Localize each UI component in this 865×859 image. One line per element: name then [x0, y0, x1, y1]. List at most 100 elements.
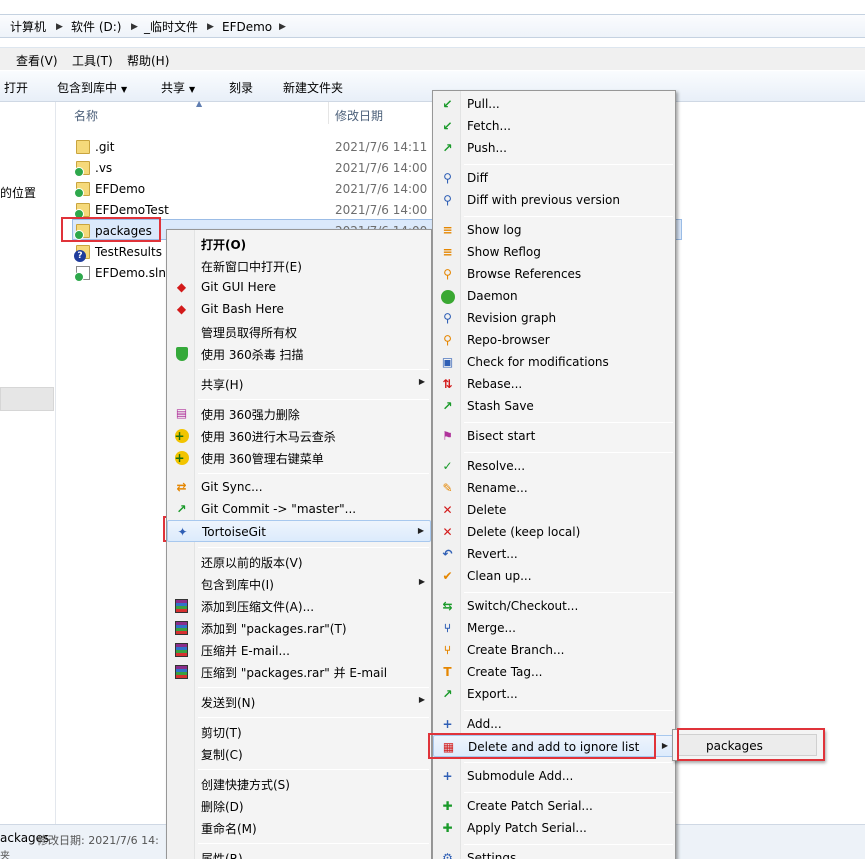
context-menu-item[interactable]: + 使用 360进行木马云查杀	[167, 424, 431, 446]
tortoisegit-menu-item[interactable]: ⚲ Diff with previous version	[433, 189, 675, 211]
context-menu-item[interactable]: ⇄ Git Sync...	[167, 476, 431, 498]
file-name: TestResults	[95, 245, 162, 259]
menu-separator	[464, 710, 673, 711]
context-menu-item[interactable]: + 使用 360管理右键菜单	[167, 446, 431, 468]
menu-view[interactable]: 查看(V)	[16, 52, 58, 69]
context-menu-item[interactable]: 包含到库中(I) ▶	[167, 572, 431, 594]
context-menu-item[interactable]: 压缩到 "packages.rar" 并 E-mail	[167, 660, 431, 682]
context-menu-item[interactable]: ↗ Git Commit -> "master"...	[167, 498, 431, 520]
breadcrumb-temp[interactable]: _临时文件	[144, 18, 198, 36]
tortoisegit-menu-item[interactable]: ✕ Delete	[433, 499, 675, 521]
context-menu-item[interactable]: 还原以前的版本(V)	[167, 550, 431, 572]
tortoisegit-menu-item[interactable]: ⑂ Create Branch...	[433, 639, 675, 661]
breadcrumb-arrow-icon[interactable]: ▶	[207, 18, 214, 36]
tortoisegit-menu-item[interactable]: ✔ Clean up...	[433, 565, 675, 587]
context-menu-item-label: 使用 360强力删除	[201, 408, 300, 422]
address-bar[interactable]	[0, 14, 865, 38]
rar-books-shape	[175, 642, 188, 657]
column-header-name[interactable]: 名称	[74, 107, 98, 124]
sort-ascending-icon: ▲	[196, 99, 203, 108]
tortoisegit-menu-item[interactable]: ≡ Show Reflog	[433, 241, 675, 263]
context-menu-item-label: TortoiseGit	[202, 525, 266, 539]
column-divider[interactable]	[328, 102, 329, 124]
tortoisegit-menu-item[interactable]: T Create Tag...	[433, 661, 675, 683]
tortoisegit-menu-item[interactable]: ⚙ Settings	[433, 847, 675, 859]
tortoisegit-menu-item[interactable]: ⇅ Rebase...	[433, 373, 675, 395]
tortoisegit-menu-item[interactable]: ⚲ Diff	[433, 167, 675, 189]
menu-tools[interactable]: 工具(T)	[72, 52, 113, 69]
context-menu-item[interactable]: 创建快捷方式(S)	[167, 772, 431, 794]
tortoisegit-menu-item[interactable]: ≡ Show log	[433, 219, 675, 241]
file-row[interactable]: EFDemo 2021/7/6 14:00	[72, 179, 432, 200]
include-library-button[interactable]: 包含到库中 ▼	[57, 79, 127, 96]
context-menu-item[interactable]: 删除(D)	[167, 794, 431, 816]
context-menu-item[interactable]: 复制(C)	[167, 742, 431, 764]
breadcrumb-arrow-icon[interactable]: ▶	[131, 18, 138, 36]
context-menu-item[interactable]: 共享(H) ▶	[167, 372, 431, 394]
context-menu-item[interactable]: ✦ TortoiseGit ▶	[167, 520, 431, 542]
breadcrumb-arrow-icon[interactable]: ▶	[279, 18, 286, 36]
tortoisegit-menu-item[interactable]: ⇆ Switch/Checkout...	[433, 595, 675, 617]
breadcrumb-arrow-icon[interactable]: ▶	[56, 18, 63, 36]
context-menu-item[interactable]: 管理员取得所有权	[167, 320, 431, 342]
context-menu-item[interactable]: 压缩并 E-mail...	[167, 638, 431, 660]
tortoisegit-menu-item[interactable]: ✎ Rename...	[433, 477, 675, 499]
context-menu-item[interactable]: 添加到压缩文件(A)...	[167, 594, 431, 616]
highlight-ignore-list	[428, 733, 656, 759]
tortoisegit-menu-item[interactable]: ⚑ Bisect start	[433, 425, 675, 447]
tortoisegit-menu-item[interactable]: + Add...	[433, 713, 675, 735]
tortoisegit-menu-item[interactable]: ⑂ Merge...	[433, 617, 675, 639]
menu-bar: 查看(V) 工具(T) 帮助(H)	[0, 48, 865, 70]
context-menu-item[interactable]: ▤ 使用 360强力删除	[167, 402, 431, 424]
menu-separator	[198, 369, 429, 370]
context-menu-item[interactable]: ◆ Git Bash Here	[167, 298, 431, 320]
file-name: EFDemoTest	[95, 203, 169, 217]
tortoisegit-menu-item[interactable]: ↗ Export...	[433, 683, 675, 705]
context-menu-item[interactable]: 重命名(M)	[167, 816, 431, 838]
tortoisegit-menu-item[interactable]: ⚲ Revision graph	[433, 307, 675, 329]
open-button[interactable]: 打开	[4, 79, 28, 96]
tortoisegit-menu-item[interactable]: ↗ Push...	[433, 137, 675, 159]
context-menu-item[interactable]: 剪切(T)	[167, 720, 431, 742]
tortoisegit-menu-item[interactable]: ↗ Stash Save	[433, 395, 675, 417]
breadcrumb-efdemo[interactable]: EFDemo	[222, 18, 272, 36]
tortoisegit-menu-item[interactable]: ✚ Create Patch Serial...	[433, 795, 675, 817]
tortoisegit-menu-item[interactable]: + Submodule Add...	[433, 765, 675, 787]
folder-icon	[74, 203, 90, 219]
share-button[interactable]: 共享 ▼	[161, 79, 195, 96]
breadcrumb-drive[interactable]: 软件 (D:)	[71, 18, 121, 36]
context-menu-item[interactable]: 属性(R)	[167, 846, 431, 859]
tortoisegit-menu-item[interactable]: ↙ Fetch...	[433, 115, 675, 137]
add-icon: +	[442, 717, 453, 731]
context-menu-item-label: 包含到库中(I)	[201, 578, 274, 592]
tortoisegit-menu-item[interactable]: ✕ Delete (keep local)	[433, 521, 675, 543]
context-menu-item[interactable]: 打开(O)	[167, 232, 431, 254]
tortoisegit-menu-item[interactable]: ▣ Check for modifications	[433, 351, 675, 373]
context-menu-item[interactable]: 在新窗口中打开(E)	[167, 254, 431, 276]
context-menu-item-label: 添加到 "packages.rar"(T)	[201, 622, 347, 636]
column-header-date[interactable]: 修改日期	[335, 107, 383, 124]
tortoisegit-menu-item[interactable]: ↙ Pull...	[433, 93, 675, 115]
tortoisegit-menu-item[interactable]: ⚲ Repo-browser	[433, 329, 675, 351]
tortoisegit-menu-item[interactable]: ↶ Revert...	[433, 543, 675, 565]
menu-help[interactable]: 帮助(H)	[127, 52, 169, 69]
context-menu-item[interactable]: 添加到 "packages.rar"(T)	[167, 616, 431, 638]
context-menu-item[interactable]: 发送到(N) ▶	[167, 690, 431, 712]
tortoisegit-menu-item[interactable]: Daemon	[433, 285, 675, 307]
file-row[interactable]: .vs 2021/7/6 14:00	[72, 158, 432, 179]
context-menu-item[interactable]: ◆ Git GUI Here	[167, 276, 431, 298]
nav-selected-item[interactable]	[0, 387, 54, 411]
new-folder-button[interactable]: 新建文件夹	[283, 79, 343, 96]
tortoisegit-menu-item[interactable]: ✚ Apply Patch Serial...	[433, 817, 675, 839]
context-menu-item[interactable]: 使用 360杀毒 扫描	[167, 342, 431, 364]
git-unversioned-badge-icon: ?	[74, 250, 86, 262]
shield-shape	[175, 346, 188, 361]
file-row[interactable]: .git 2021/7/6 14:11	[72, 137, 432, 158]
tortoisegit-menu-item[interactable]: ⚲ Browse References	[433, 263, 675, 285]
nav-item-locations[interactable]: 的位置	[0, 184, 36, 201]
breadcrumb-computer[interactable]: 计算机	[10, 18, 46, 36]
tortoisegit-menu-item[interactable]: ✓ Resolve...	[433, 455, 675, 477]
burn-button[interactable]: 刻录	[229, 79, 253, 96]
tortoisegit-menu-item-label: Check for modifications	[467, 355, 609, 369]
patch-icon: ✚	[442, 821, 453, 835]
